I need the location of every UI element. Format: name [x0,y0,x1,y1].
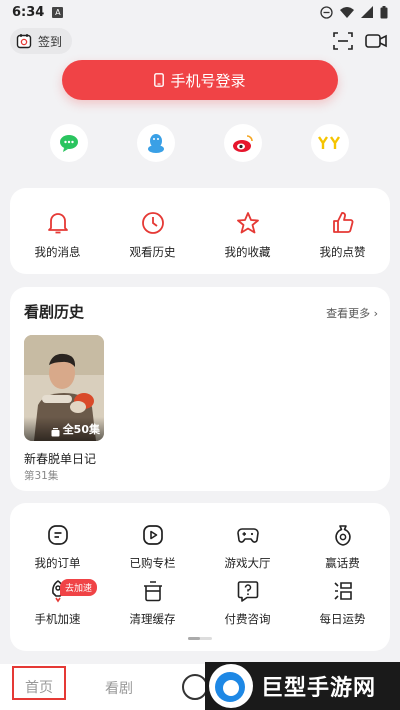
watch-history-card: 看剧历史 查看更多 › 全50集 新春脱单日记 第31集 [10,287,390,491]
tool-label: 我的订单 [34,556,81,570]
status-time: 6:34 [12,4,45,20]
tool-label: 赢话费 [325,556,360,570]
page-indicator [188,637,212,640]
tool-label: 清理缓存 [129,612,176,626]
drama-title[interactable]: 新春脱单日记 [24,450,96,467]
watermark-logo-icon [209,664,253,708]
quick-label: 我的点赞 [319,245,366,259]
checkin-label: 签到 [38,34,63,49]
drama-poster[interactable]: 全50集 [24,335,104,441]
watermark-text: 巨型手游网 [261,676,377,701]
tool-label: 已购专栏 [129,556,176,570]
tool-label: 付费咨询 [224,612,271,626]
wifi-icon [340,7,354,18]
phone-login-label: 手机号登录 [170,71,246,90]
trash-icon [143,581,162,602]
site-watermark: 巨型手游网 [205,662,400,710]
video-camera-button[interactable] [364,30,388,52]
yy-icon [318,136,340,149]
phone-login-button[interactable]: 手机号登录 [62,60,338,100]
tool-label: 每日运势 [319,612,366,626]
tab-home[interactable]: 首页 [12,666,66,700]
weibo-icon [233,135,253,152]
purchased-columns-button[interactable]: 已购专栏 [105,523,200,571]
my-orders-button[interactable]: 我的订单 [10,523,105,571]
calendar-clock-icon [16,34,32,49]
daily-fortune-button[interactable]: 每日运势 [295,579,390,627]
history-more-link[interactable]: 查看更多 › [326,305,378,321]
wechat-login-button[interactable] [50,124,88,162]
qq-login-button[interactable] [137,124,175,162]
episodes-icon [51,428,60,437]
weibo-login-button[interactable] [224,124,262,162]
quick-label: 我的消息 [34,245,81,259]
tool-label: 手机加速 [34,612,81,626]
money-bag-icon [334,525,351,546]
checkin-button[interactable]: 签到 [10,28,73,54]
game-hall-button[interactable]: 游戏大厅 [200,523,295,571]
dnd-icon [320,5,333,19]
video-camera-icon [365,34,387,48]
question-icon [237,581,258,602]
gamepad-icon [236,528,259,543]
tool-label: 游戏大厅 [224,556,271,570]
order-icon [47,525,68,545]
accelerate-badge[interactable]: 去加速 [60,579,98,596]
signal-icon [361,6,373,18]
scan-button[interactable] [331,30,355,52]
tools-card: 我的订单 已购专栏 游戏大厅 赢话费 手机加速 去加速 清理缓存 付费咨询 每日… [10,503,390,651]
status-bar: 6:34 A [0,0,400,24]
yy-login-button[interactable] [311,124,349,162]
play-icon [142,525,163,545]
my-messages-button[interactable]: 我的消息 [10,210,105,260]
qq-icon [148,134,164,153]
phone-icon [154,73,165,87]
star-icon [236,212,259,234]
my-favorites-button[interactable]: 我的收藏 [200,210,295,260]
bell-icon [47,213,68,234]
notification-icon: A [52,6,64,18]
quick-actions-card: 我的消息 观看历史 我的收藏 我的点赞 [10,188,390,274]
clear-cache-button[interactable]: 清理缓存 [105,579,200,627]
wechat-icon [60,135,78,152]
my-likes-button[interactable]: 我的点赞 [295,210,390,260]
watch-history-button[interactable]: 观看历史 [105,210,200,260]
scan-icon [333,32,353,50]
history-title: 看剧历史 [24,303,85,321]
win-phone-credit-button[interactable]: 赢话费 [295,523,390,571]
quick-label: 观看历史 [129,245,176,259]
tab-drama[interactable]: 看剧 [105,678,133,698]
fortune-icon [333,582,352,600]
clock-icon [141,212,164,234]
quick-label: 我的收藏 [224,245,271,259]
thumbs-up-icon [332,212,353,233]
battery-icon [380,5,388,18]
episode-count-badge: 全50集 [24,417,104,441]
drama-episode: 第31集 [24,470,59,482]
paid-consult-button[interactable]: 付费咨询 [200,579,295,627]
status-indicators [320,5,388,19]
